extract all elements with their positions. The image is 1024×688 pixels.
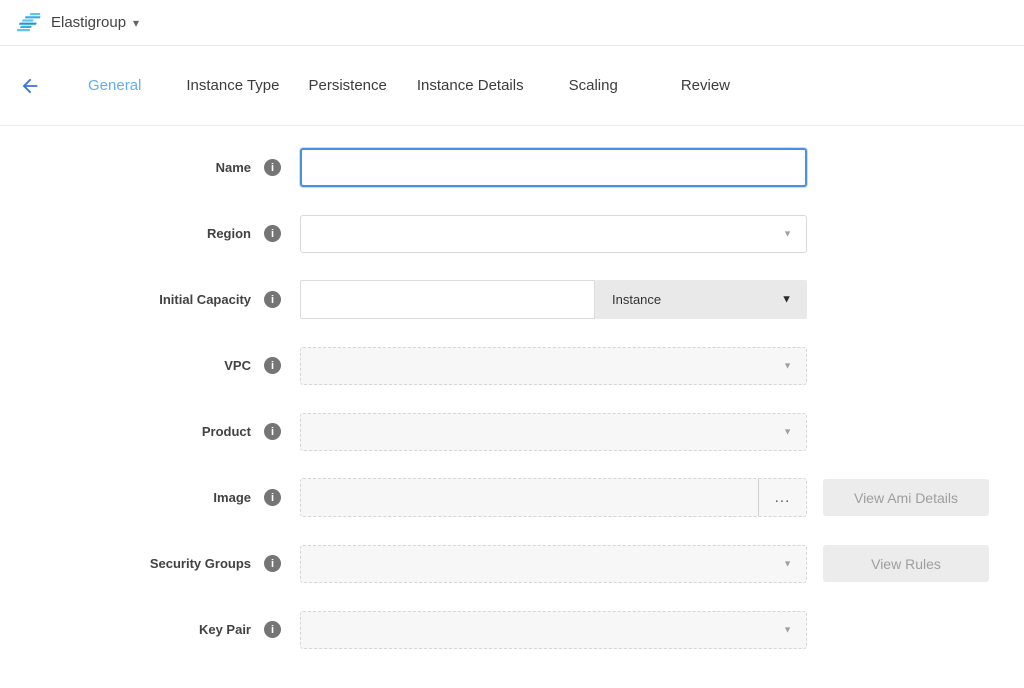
security-groups-label: Security Groups xyxy=(150,556,251,571)
product-caret-icon: ▼ xyxy=(783,427,792,436)
back-arrow-icon xyxy=(19,75,41,97)
image-label: Image xyxy=(213,490,251,505)
name-input[interactable] xyxy=(300,148,807,187)
back-button[interactable] xyxy=(18,74,42,98)
key-pair-caret-icon: ▼ xyxy=(783,625,792,634)
tab-general[interactable]: General xyxy=(88,77,141,94)
app-switcher[interactable]: Elastigroup ▾ xyxy=(14,11,139,35)
security-groups-info-icon[interactable]: i xyxy=(264,555,281,572)
name-info-icon[interactable]: i xyxy=(264,159,281,176)
key-pair-label: Key Pair xyxy=(199,622,251,637)
security-groups-select: ▼ xyxy=(300,545,807,583)
image-info-icon[interactable]: i xyxy=(264,489,281,506)
tab-review[interactable]: Review xyxy=(681,77,730,94)
general-form: Name i Region i ▼ Initial Capacity i Ins… xyxy=(0,126,1024,649)
region-info-icon[interactable]: i xyxy=(264,225,281,242)
product-info-icon[interactable]: i xyxy=(264,423,281,440)
form-row-name: Name i xyxy=(0,148,1024,187)
tab-scaling[interactable]: Scaling xyxy=(569,77,618,94)
product-select: ▼ xyxy=(300,413,807,451)
form-row-region: Region i ▼ xyxy=(0,214,1024,253)
capacity-unit-select[interactable]: Instance ▼ xyxy=(595,280,807,319)
view-rules-button: View Rules xyxy=(823,545,989,582)
view-ami-details-button: View Ami Details xyxy=(823,479,989,516)
image-browse-button: ... xyxy=(758,479,806,516)
vpc-caret-icon: ▼ xyxy=(783,361,792,370)
tab-instance-details[interactable]: Instance Details xyxy=(417,77,524,94)
form-row-initial-capacity: Initial Capacity i Instance ▼ xyxy=(0,280,1024,319)
initial-capacity-info-icon[interactable]: i xyxy=(264,291,281,308)
initial-capacity-input[interactable] xyxy=(300,280,595,319)
region-label: Region xyxy=(207,226,251,241)
tab-instance-type[interactable]: Instance Type xyxy=(186,77,279,94)
form-row-product: Product i ▼ xyxy=(0,412,1024,451)
capacity-unit-value: Instance xyxy=(612,292,661,307)
form-row-image: Image i ... View Ami Details xyxy=(0,478,1024,517)
security-groups-caret-icon: ▼ xyxy=(783,559,792,568)
vpc-info-icon[interactable]: i xyxy=(264,357,281,374)
wizard-tabs: General Instance Type Persistence Instan… xyxy=(88,77,730,94)
vpc-label: VPC xyxy=(224,358,251,373)
key-pair-select: ▼ xyxy=(300,611,807,649)
vpc-select: ▼ xyxy=(300,347,807,385)
form-row-key-pair: Key Pair i ▼ xyxy=(0,610,1024,649)
wizard-tab-bar: General Instance Type Persistence Instan… xyxy=(0,46,1024,126)
form-row-vpc: VPC i ▼ xyxy=(0,346,1024,385)
initial-capacity-label: Initial Capacity xyxy=(159,292,251,307)
product-label: Product xyxy=(202,424,251,439)
top-bar: Elastigroup ▾ xyxy=(0,0,1024,46)
region-caret-icon: ▼ xyxy=(783,229,792,238)
region-select[interactable]: ▼ xyxy=(300,215,807,253)
key-pair-info-icon[interactable]: i xyxy=(264,621,281,638)
capacity-unit-caret-icon: ▼ xyxy=(781,294,792,305)
app-name: Elastigroup xyxy=(51,14,126,31)
elastigroup-logo-icon xyxy=(14,11,42,35)
tab-persistence[interactable]: Persistence xyxy=(309,77,387,94)
image-input: ... xyxy=(300,478,807,517)
name-label: Name xyxy=(216,160,251,175)
form-row-security-groups: Security Groups i ▼ View Rules xyxy=(0,544,1024,583)
app-switcher-caret-icon: ▾ xyxy=(133,17,139,29)
image-input-value xyxy=(301,479,758,516)
